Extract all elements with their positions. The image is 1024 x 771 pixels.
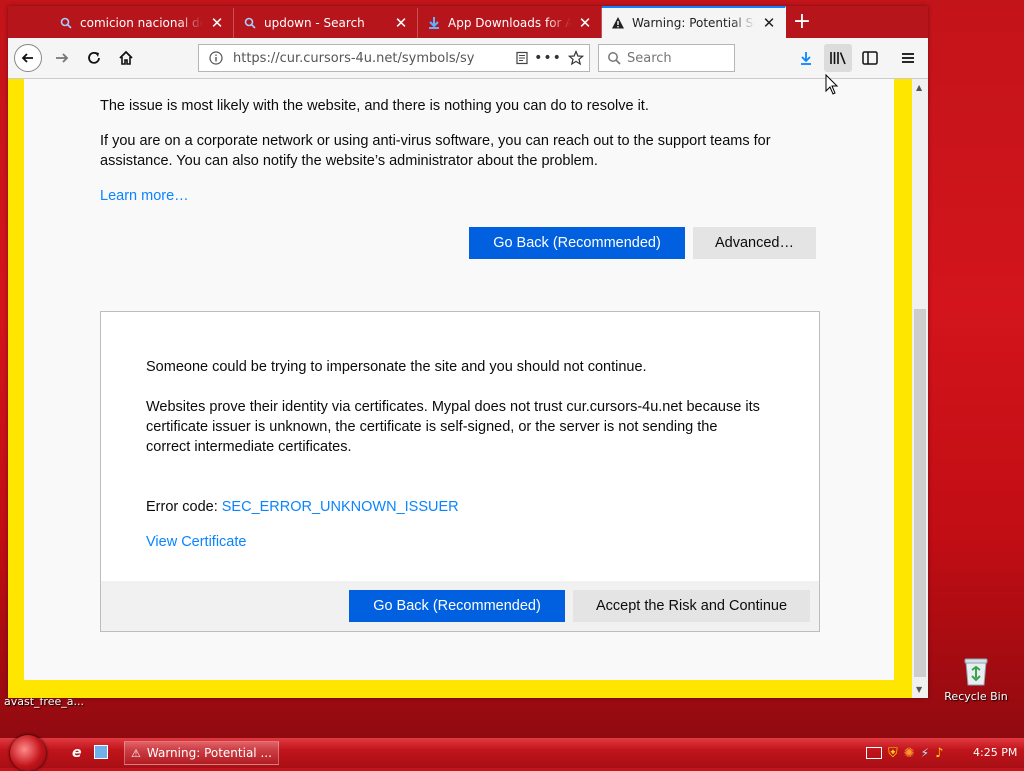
url-text[interactable]: https://cur.cursors-4u.net/symbols/sy [233,51,511,66]
tab-bar: comicion nacional de te ✕ updown - Searc… [8,6,928,38]
go-back-button[interactable]: Go Back (Recommended) [469,227,685,259]
advanced-button[interactable]: Advanced… [693,227,816,259]
explorer-quicklaunch-icon[interactable] [94,745,108,759]
back-button[interactable] [14,44,42,72]
taskbar-browser-task[interactable]: ⚠ Warning: Potential ... [124,741,279,765]
info-icon[interactable] [205,51,227,65]
download-site-icon [426,15,442,31]
keyboard-icon[interactable] [866,747,882,759]
tab-comicion[interactable]: comicion nacional de te ✕ [50,8,234,38]
clock[interactable]: 4:25 PM [973,746,1017,759]
recycle-bin-label: Recycle Bin [944,690,1008,703]
back-arrow-icon [14,44,42,72]
support-paragraph-line1: If you are on a corporate network or usi… [100,133,771,149]
taskbar: e ⚠ Warning: Potential ... ⛨ ✺ ⚡ ♪ 4:25 … [0,735,1024,771]
issue-paragraph: The issue is most likely with the websit… [100,98,649,114]
download-arrow-icon [801,52,811,65]
ie-quicklaunch-icon[interactable]: e [72,745,82,761]
cert-error-page: The issue is most likely with the websit… [24,79,894,680]
support-paragraph-line2: assistance. You can also notify the webs… [100,153,598,169]
library-icon [830,52,846,65]
forward-button[interactable] [48,44,76,72]
hamburger-menu-icon [902,53,914,63]
impersonate-warning: Someone could be trying to impersonate t… [146,359,647,375]
tab-title: Warning: Potential Secu [632,16,755,30]
library-button[interactable] [824,44,852,72]
avast-icon[interactable]: ✺ [904,746,915,761]
advanced-panel: Someone could be trying to impersonate t… [100,311,820,632]
sidebar-icon [862,51,878,65]
error-code-row: Error code: SEC_ERROR_UNKNOWN_ISSUER [146,497,459,517]
new-tab-button[interactable]: + [790,11,814,35]
scroll-down-arrow-icon[interactable]: ▼ [916,685,922,694]
tab-title: comicion nacional de te [80,16,203,30]
taskbar-task-label: Warning: Potential ... [146,746,272,760]
certificate-explanation-line1: Websites prove their identity via certif… [146,399,760,415]
reload-button[interactable] [80,44,108,72]
forward-arrow-icon [56,53,69,63]
recycle-bin-icon [963,656,989,686]
close-icon[interactable]: ✕ [577,15,593,31]
bookmark-star-icon[interactable] [563,50,589,66]
view-certificate-link[interactable]: View Certificate [146,532,246,552]
warning-icon [610,15,626,31]
page-actions-icon[interactable]: ••• [533,50,563,66]
start-button[interactable] [10,735,46,771]
scroll-up-arrow-icon[interactable]: ▲ [916,83,922,92]
close-icon[interactable]: ✕ [393,15,409,31]
reload-icon [88,51,100,64]
warning-icon: ⚠ [131,746,141,760]
error-code-link[interactable]: SEC_ERROR_UNKNOWN_ISSUER [222,499,459,515]
tab-updown[interactable]: updown - Search ✕ [234,8,418,38]
url-bar[interactable]: https://cur.cursors-4u.net/symbols/sy ••… [198,44,590,72]
browser-window: comicion nacional de te ✕ updown - Searc… [8,6,928,698]
mouse-cursor-icon [825,74,839,95]
search-icon [607,51,621,65]
network-icon[interactable]: ⚡ [921,746,929,760]
tab-app-downloads[interactable]: App Downloads for Andr ✕ [418,8,602,38]
certificate-explanation-line2: certificate issuer is unknown, the certi… [146,419,718,435]
downloads-button[interactable] [792,44,820,72]
scrollbar-thumb[interactable] [914,309,926,677]
recycle-bin[interactable]: Recycle Bin [940,656,1012,703]
page-viewport: The issue is most likely with the websit… [8,79,912,698]
close-icon[interactable]: ✕ [209,15,225,31]
menu-button[interactable] [894,44,922,72]
system-tray: ⛨ ✺ ⚡ ♪ [866,744,943,762]
reader-view-icon[interactable] [511,51,533,65]
go-back-button-secondary[interactable]: Go Back (Recommended) [349,590,565,622]
volume-icon[interactable]: ♪ [935,746,943,761]
close-icon[interactable]: ✕ [761,15,777,31]
tab-warning[interactable]: Warning: Potential Secu ✕ [602,6,786,38]
navigation-toolbar: https://cur.cursors-4u.net/symbols/sy ••… [8,38,928,79]
vertical-scrollbar[interactable]: ▲ ▼ [912,79,928,698]
accept-risk-button[interactable]: Accept the Risk and Continue [573,590,810,622]
search-input[interactable] [625,49,725,67]
home-button[interactable] [112,44,140,72]
certificate-explanation-line3: correct intermediate certificates. [146,439,352,455]
error-code-label: Error code: [146,499,222,515]
advanced-panel-footer: Go Back (Recommended) Accept the Risk an… [101,581,819,631]
shield-icon[interactable]: ⛨ [888,746,898,761]
tab-title: App Downloads for Andr [448,16,571,30]
home-icon [119,50,133,65]
search-icon [58,15,74,31]
learn-more-link[interactable]: Learn more… [100,186,189,206]
tab-title: updown - Search [264,16,365,30]
sidebar-button[interactable] [856,44,884,72]
search-box[interactable] [598,44,735,72]
search-icon [242,15,258,31]
